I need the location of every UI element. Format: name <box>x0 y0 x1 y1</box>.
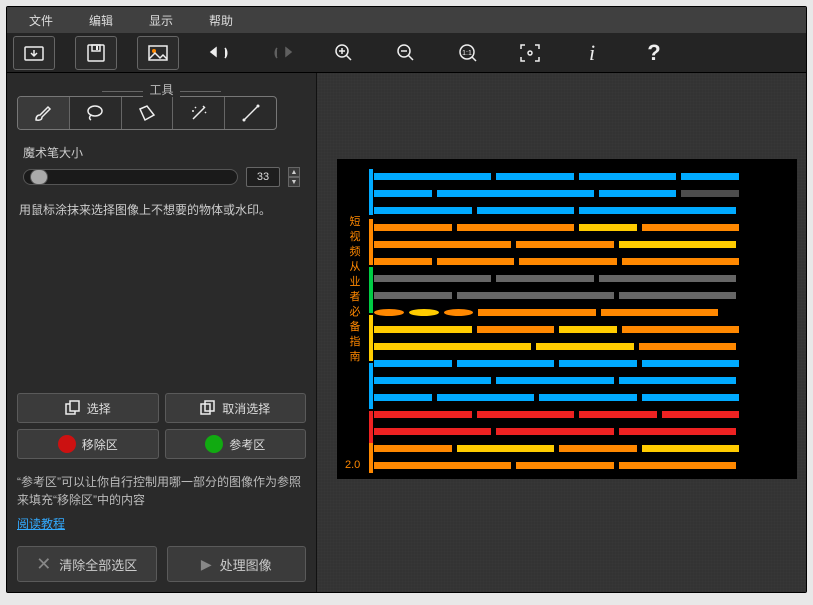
polygon-icon <box>137 103 157 123</box>
toolbar: 1:1 i ? <box>7 33 806 73</box>
menu-view[interactable]: 显示 <box>131 8 191 33</box>
zoom-out-button[interactable] <box>385 36 427 70</box>
spin-down[interactable]: ▼ <box>288 177 300 187</box>
green-dot-icon <box>205 435 223 453</box>
brush-size-value[interactable]: 33 <box>246 167 280 187</box>
app-window: 文件 编辑 显示 帮助 1:1 i ? 工具 魔术笔大小 33 ▲ ▼ <box>6 6 807 593</box>
lasso-icon <box>85 103 105 123</box>
image-version: 2.0 <box>345 459 360 471</box>
zoom-fit-button[interactable] <box>509 36 551 70</box>
tool-row <box>17 96 277 130</box>
save-icon <box>87 44 105 62</box>
reference-zone-button[interactable]: 参考区 <box>165 429 307 459</box>
tutorial-link[interactable]: 阅读教程 <box>17 515 306 532</box>
image-button[interactable] <box>137 36 179 70</box>
clear-label: 清除全部选区 <box>59 555 137 574</box>
zoom-actual-button[interactable]: 1:1 <box>447 36 489 70</box>
image-title: 短视频从业者必备指南 <box>347 215 363 365</box>
zoom-in-button[interactable] <box>323 36 365 70</box>
deselect-label: 取消选择 <box>222 400 270 417</box>
process-label: 处理图像 <box>220 555 272 574</box>
menu-file[interactable]: 文件 <box>11 8 71 33</box>
svg-text:1:1: 1:1 <box>462 50 472 57</box>
slider-thumb[interactable] <box>30 169 48 185</box>
info-text: “参考区”可以让你自行控制用哪一部分的图像作为参照来填充“移除区”中的内容 <box>17 473 306 509</box>
redo-icon <box>272 45 292 61</box>
brush-size-slider[interactable] <box>23 169 238 185</box>
wand-icon <box>189 103 209 123</box>
zoom-in-icon <box>334 43 354 63</box>
brush-icon <box>33 103 53 123</box>
image-icon <box>148 45 168 61</box>
brush-size-label: 魔术笔大小 <box>17 144 306 161</box>
help-text: 用鼠标涂抹来选择图像上不想要的物体或水印。 <box>17 201 306 220</box>
open-button[interactable] <box>13 36 55 70</box>
deselect-icon <box>200 400 216 416</box>
menubar: 文件 编辑 显示 帮助 <box>7 7 806 33</box>
fit-icon <box>520 44 540 62</box>
clear-all-button[interactable]: ✕ 清除全部选区 <box>17 546 157 582</box>
menu-edit[interactable]: 编辑 <box>71 8 131 33</box>
polygon-tool[interactable] <box>122 97 174 129</box>
undo-icon <box>210 45 230 61</box>
save-button[interactable] <box>75 36 117 70</box>
tools-label: 工具 <box>143 83 179 97</box>
close-icon: ✕ <box>36 554 51 575</box>
lasso-tool[interactable] <box>70 97 122 129</box>
zoom-out-icon <box>396 43 416 63</box>
ref-label: 参考区 <box>229 436 265 453</box>
undo-button[interactable] <box>199 36 241 70</box>
info-button[interactable]: i <box>571 36 613 70</box>
help-button[interactable]: ? <box>633 36 675 70</box>
remove-label: 移除区 <box>82 436 118 453</box>
line-tool[interactable] <box>225 97 276 129</box>
spin-up[interactable]: ▲ <box>288 167 300 177</box>
select-button[interactable]: 选择 <box>17 393 159 423</box>
wand-tool[interactable] <box>173 97 225 129</box>
red-dot-icon <box>58 435 76 453</box>
zoom-11-icon: 1:1 <box>457 43 479 63</box>
menu-help[interactable]: 帮助 <box>191 8 251 33</box>
loaded-image: 短视频从业者必备指南 2.0 <box>337 159 797 479</box>
remove-zone-button[interactable]: 移除区 <box>17 429 159 459</box>
redo-button[interactable] <box>261 36 303 70</box>
copy-icon <box>65 400 81 416</box>
line-icon <box>241 103 261 123</box>
folder-open-icon <box>24 44 44 62</box>
play-icon: ▶ <box>201 556 212 573</box>
side-panel: 工具 魔术笔大小 33 ▲ ▼ 用鼠标涂抹来选择图像上不想要的物体或水印。 选择… <box>7 73 317 592</box>
canvas-area[interactable]: 短视频从业者必备指南 2.0 <box>317 73 806 592</box>
select-label: 选择 <box>87 400 111 417</box>
brush-tool[interactable] <box>18 97 70 129</box>
process-button[interactable]: ▶ 处理图像 <box>167 546 307 582</box>
deselect-button[interactable]: 取消选择 <box>165 393 307 423</box>
